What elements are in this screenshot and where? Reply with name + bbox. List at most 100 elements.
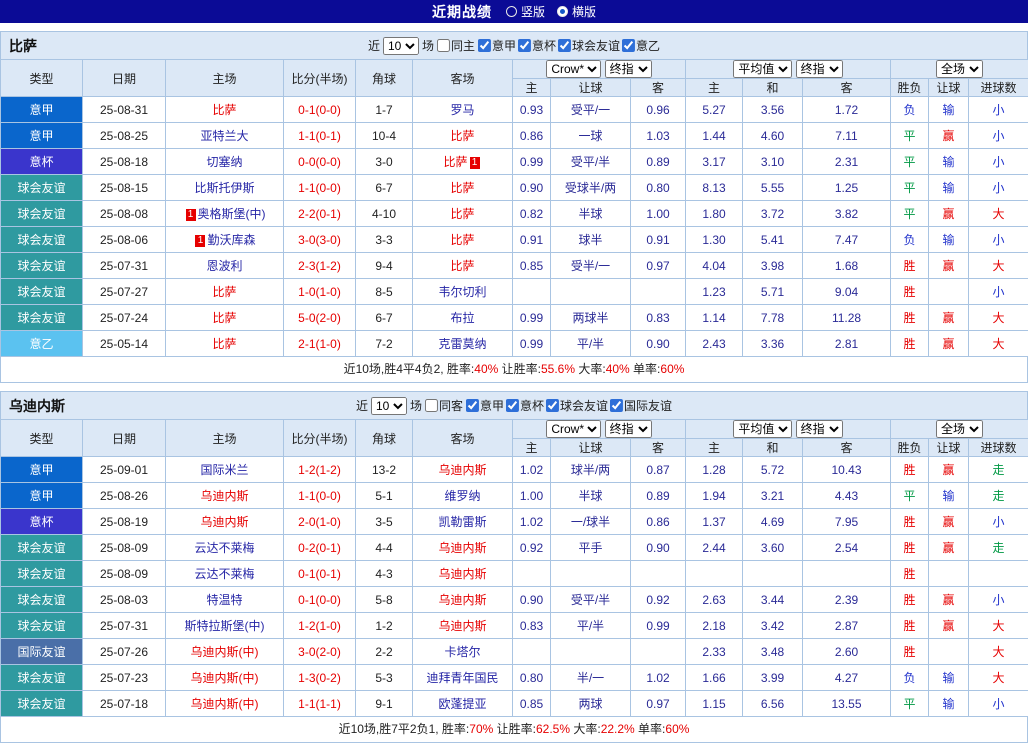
league-checkbox[interactable] bbox=[546, 399, 559, 412]
team-name-link[interactable]: 比斯托伊斯 bbox=[194, 181, 254, 195]
league-checkbox[interactable] bbox=[622, 39, 635, 52]
same-venue-filter[interactable]: 同客 bbox=[425, 397, 463, 414]
team-name-link[interactable]: 比萨 bbox=[450, 129, 474, 143]
team-name-link[interactable]: 特温特 bbox=[206, 593, 242, 607]
league-filter[interactable]: 球会友谊 bbox=[546, 397, 608, 414]
team-name-link[interactable]: 乌迪内斯 bbox=[438, 593, 486, 607]
match-type: 意甲 bbox=[1, 97, 83, 123]
team-name-link[interactable]: 比萨 bbox=[450, 181, 474, 195]
summary-segment: 单率: bbox=[635, 722, 666, 736]
odds-home bbox=[513, 561, 551, 587]
team-name-link[interactable]: 亚特兰大 bbox=[200, 129, 248, 143]
league-filter[interactable]: 意甲 bbox=[466, 397, 504, 414]
team-name-link[interactable]: 斯特拉斯堡(中) bbox=[185, 619, 265, 633]
team-name-link[interactable]: 切塞纳 bbox=[206, 155, 242, 169]
team-name-link[interactable]: 比萨 bbox=[212, 103, 236, 117]
subcol-winlose: 胜负 bbox=[891, 79, 929, 97]
league-filter[interactable]: 意杯 bbox=[518, 37, 556, 54]
team-name-link[interactable]: 比萨 bbox=[212, 311, 236, 325]
league-filter[interactable]: 球会友谊 bbox=[558, 37, 620, 54]
team-name-link[interactable]: 云达不莱梅 bbox=[194, 567, 254, 581]
odds-company-select[interactable]: Crow* bbox=[546, 60, 601, 78]
league-filter[interactable]: 意乙 bbox=[622, 37, 660, 54]
team-name-link[interactable]: 乌迪内斯 bbox=[438, 567, 486, 581]
team-name-link[interactable]: 比萨 bbox=[450, 259, 474, 273]
team-name-link[interactable]: 乌迪内斯(中) bbox=[191, 671, 259, 685]
team-name-link[interactable]: 迪拜青年国民 bbox=[426, 671, 498, 685]
team-name-link[interactable]: 克雷莫纳 bbox=[438, 337, 486, 351]
handicap-line bbox=[551, 279, 631, 305]
summary-segment: 让胜率: bbox=[498, 362, 541, 376]
col-header-score: 比分(半场) bbox=[284, 60, 356, 97]
avg-draw: 7.78 bbox=[743, 305, 803, 331]
avg-type-select[interactable]: 平均值 bbox=[733, 60, 792, 78]
match-score: 2-2(0-1) bbox=[284, 201, 356, 227]
league-label: 意杯 bbox=[532, 37, 556, 54]
team-name-link[interactable]: 比萨 bbox=[443, 155, 467, 169]
same-venue-checkbox[interactable] bbox=[425, 399, 438, 412]
team-name-link[interactable]: 凯勒雷斯 bbox=[438, 515, 486, 529]
team-name-link[interactable]: 乌迪内斯(中) bbox=[191, 697, 259, 711]
odds-home: 0.99 bbox=[513, 331, 551, 357]
team-name-link[interactable]: 乌迪内斯 bbox=[200, 515, 248, 529]
odds-time-select[interactable]: 终指 bbox=[605, 60, 652, 78]
handicap-line: 受平/半 bbox=[551, 149, 631, 175]
league-checkbox[interactable] bbox=[610, 399, 623, 412]
odds-company-select[interactable]: Crow* bbox=[546, 420, 601, 438]
league-checkbox[interactable] bbox=[466, 399, 479, 412]
team-name-link[interactable]: 乌迪内斯 bbox=[438, 541, 486, 555]
avg-type-select[interactable]: 平均值 bbox=[733, 420, 792, 438]
team-name-link[interactable]: 乌迪内斯 bbox=[438, 463, 486, 477]
league-checkbox[interactable] bbox=[506, 399, 519, 412]
match-date: 25-07-24 bbox=[83, 305, 166, 331]
odds-home: 0.90 bbox=[513, 587, 551, 613]
result-scope-select[interactable]: 全场 bbox=[936, 60, 983, 78]
league-filter[interactable]: 意甲 bbox=[478, 37, 516, 54]
team-name-link[interactable]: 乌迪内斯(中) bbox=[191, 645, 259, 659]
layout-vertical-radio[interactable]: 竖版 bbox=[506, 3, 545, 20]
match-date: 25-08-26 bbox=[83, 483, 166, 509]
team-name-link[interactable]: 比萨 bbox=[450, 207, 474, 221]
team-name-link[interactable]: 比萨 bbox=[212, 337, 236, 351]
result-goals: 走 bbox=[969, 535, 1028, 561]
team-name-link[interactable]: 维罗纳 bbox=[444, 489, 480, 503]
team-name-link[interactable]: 国际米兰 bbox=[200, 463, 248, 477]
league-filter[interactable]: 意杯 bbox=[506, 397, 544, 414]
away-team-cell: 乌迪内斯 bbox=[413, 613, 513, 639]
avg-away: 2.60 bbox=[803, 639, 891, 665]
corner-score: 5-8 bbox=[356, 587, 413, 613]
team-name-link[interactable]: 比萨 bbox=[212, 285, 236, 299]
team-name-link[interactable]: 乌迪内斯 bbox=[438, 619, 486, 633]
league-checkbox[interactable] bbox=[518, 39, 531, 52]
team-name-link[interactable]: 比萨 bbox=[450, 233, 474, 247]
avg-time-select[interactable]: 终指 bbox=[796, 60, 843, 78]
avg-time-select[interactable]: 终指 bbox=[796, 420, 843, 438]
team-name-link[interactable]: 云达不莱梅 bbox=[194, 541, 254, 555]
team-name-link[interactable]: 奥格斯堡(中) bbox=[198, 207, 266, 221]
team-name-link[interactable]: 乌迪内斯 bbox=[200, 489, 248, 503]
red-card-badge: 1 bbox=[186, 209, 196, 221]
col-header-date: 日期 bbox=[83, 60, 166, 97]
team-name-link[interactable]: 欧蓬提亚 bbox=[438, 697, 486, 711]
match-score: 1-1(1-1) bbox=[284, 691, 356, 717]
same-venue-checkbox[interactable] bbox=[437, 39, 450, 52]
league-checkbox[interactable] bbox=[478, 39, 491, 52]
match-type: 球会友谊 bbox=[1, 535, 83, 561]
team-name-link[interactable]: 罗马 bbox=[450, 103, 474, 117]
layout-horizontal-radio[interactable]: 横版 bbox=[557, 3, 596, 20]
team-name-link[interactable]: 韦尔切利 bbox=[438, 285, 486, 299]
odds-time-select[interactable]: 终指 bbox=[605, 420, 652, 438]
match-count-select[interactable]: 10 bbox=[383, 37, 419, 55]
result-scope-select[interactable]: 全场 bbox=[936, 420, 983, 438]
league-filter[interactable]: 国际友谊 bbox=[610, 397, 672, 414]
league-checkbox[interactable] bbox=[558, 39, 571, 52]
team-name-link[interactable]: 勤沃库森 bbox=[207, 233, 255, 247]
team-name-link[interactable]: 恩波利 bbox=[206, 259, 242, 273]
summary-segment: 55.6% bbox=[541, 362, 575, 376]
team-name-link[interactable]: 卡塔尔 bbox=[444, 645, 480, 659]
same-venue-filter[interactable]: 同主 bbox=[437, 37, 475, 54]
col-header-type: 类型 bbox=[1, 60, 83, 97]
match-count-select[interactable]: 10 bbox=[371, 397, 407, 415]
result-winlose: 胜 bbox=[891, 305, 929, 331]
team-name-link[interactable]: 布拉 bbox=[450, 311, 474, 325]
